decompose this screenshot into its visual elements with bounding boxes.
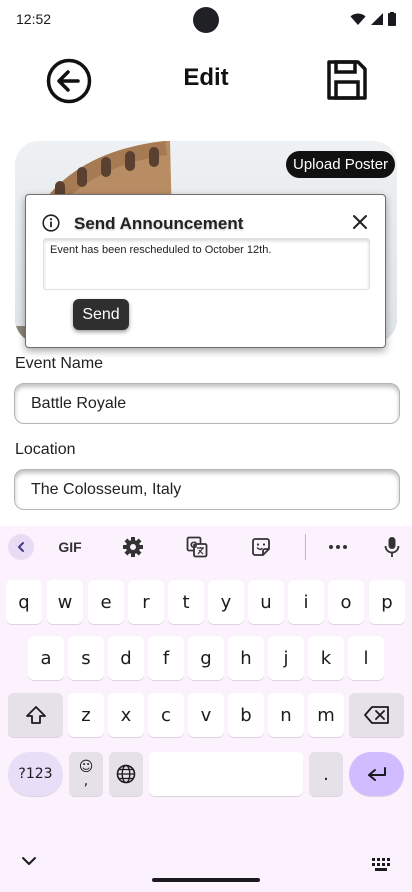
send-button[interactable]: Send — [73, 299, 129, 330]
symbols-key[interactable]: ?123 — [8, 752, 63, 796]
wifi-icon — [350, 13, 366, 25]
translate-icon: G — [186, 536, 208, 558]
location-input[interactable]: The Colosseum, Italy — [14, 469, 400, 510]
language-key[interactable] — [109, 752, 143, 796]
gif-button[interactable]: GIF — [56, 534, 84, 560]
key-r[interactable]: r — [128, 580, 164, 624]
key-k[interactable]: k — [308, 636, 344, 680]
app-bar: Edit — [0, 52, 412, 108]
key-s[interactable]: s — [68, 636, 104, 680]
comma-label: , — [83, 773, 89, 789]
home-indicator[interactable] — [152, 878, 260, 882]
spacebar-key[interactable] — [149, 752, 303, 796]
keyboard-collapse-button[interactable] — [8, 534, 34, 560]
voice-input-button[interactable] — [380, 534, 404, 560]
save-icon — [327, 60, 367, 100]
key-i[interactable]: i — [288, 580, 324, 624]
key-d[interactable]: d — [108, 636, 144, 680]
settings-button[interactable] — [120, 534, 146, 560]
battery-icon — [388, 12, 396, 26]
chevron-down-icon[interactable] — [21, 856, 37, 866]
backspace-key[interactable] — [349, 693, 404, 737]
close-icon[interactable] — [352, 214, 368, 230]
svg-text:G: G — [190, 541, 197, 551]
sticker-button[interactable] — [248, 534, 274, 560]
key-n[interactable]: n — [268, 693, 304, 737]
toolbar-divider — [305, 534, 306, 560]
period-key[interactable]: . — [309, 752, 343, 796]
key-a[interactable]: a — [28, 636, 64, 680]
key-o[interactable]: o — [328, 580, 364, 624]
backspace-icon — [363, 706, 389, 724]
shift-key[interactable] — [8, 693, 63, 737]
key-v[interactable]: v — [188, 693, 224, 737]
status-bar: 12:52 — [0, 0, 412, 40]
save-button[interactable] — [324, 56, 370, 104]
event-name-input[interactable]: Battle Royale — [14, 383, 400, 424]
more-options-button[interactable] — [325, 534, 351, 560]
enter-arrow-icon — [367, 767, 386, 781]
microphone-icon — [384, 537, 400, 557]
location-label: Location — [15, 441, 76, 458]
enter-key[interactable] — [349, 752, 404, 796]
info-icon — [42, 214, 60, 232]
key-h[interactable]: h — [228, 636, 264, 680]
dialog-title: Send Announcement — [74, 214, 244, 233]
keyboard-toolbar: GIF G — [0, 526, 412, 568]
gear-icon — [123, 537, 143, 557]
more-horizontal-icon — [329, 545, 347, 549]
translate-button[interactable]: G — [184, 534, 210, 560]
send-announcement-dialog: Send Announcement Event has been resched… — [25, 194, 386, 348]
key-q[interactable]: q — [6, 580, 42, 624]
chevron-left-icon — [18, 542, 24, 552]
key-b[interactable]: b — [228, 693, 264, 737]
key-u[interactable]: u — [248, 580, 284, 624]
emoji-icon: ☺ — [78, 759, 94, 775]
event-name-label: Event Name — [15, 355, 104, 372]
key-e[interactable]: e — [88, 580, 124, 624]
key-f[interactable]: f — [148, 636, 184, 680]
shift-arrow-icon — [25, 706, 46, 724]
keyboard-switch-icon[interactable] — [372, 858, 390, 872]
status-icons — [350, 12, 396, 26]
status-time: 12:52 — [16, 11, 52, 27]
emoji-comma-key[interactable]: ☺ , — [69, 752, 103, 796]
key-c[interactable]: c — [148, 693, 184, 737]
key-z[interactable]: z — [68, 693, 104, 737]
key-y[interactable]: y — [208, 580, 244, 624]
key-p[interactable]: p — [369, 580, 405, 624]
signal-icon — [371, 13, 383, 25]
globe-icon — [116, 764, 136, 784]
upload-poster-button[interactable]: Upload Poster — [286, 151, 396, 178]
sticker-icon — [252, 538, 270, 556]
soft-keyboard: GIF G q w e r t y u i o p a s d f g h j … — [0, 526, 412, 892]
key-m[interactable]: m — [308, 693, 344, 737]
camera-cutout — [193, 7, 219, 33]
key-x[interactable]: x — [108, 693, 144, 737]
key-w[interactable]: w — [47, 580, 83, 624]
announcement-message-input[interactable]: Event has been rescheduled to October 12… — [43, 238, 370, 290]
key-j[interactable]: j — [268, 636, 304, 680]
key-g[interactable]: g — [188, 636, 224, 680]
key-l[interactable]: l — [348, 636, 384, 680]
key-t[interactable]: t — [168, 580, 204, 624]
